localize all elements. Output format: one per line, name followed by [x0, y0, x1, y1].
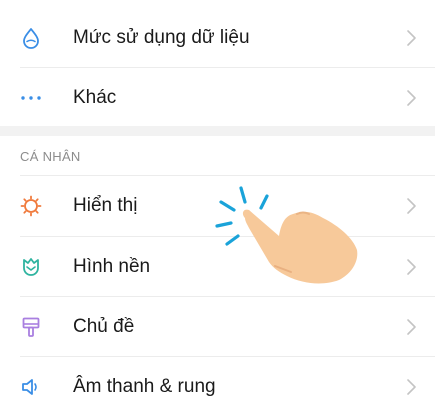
settings-item-other[interactable]: Khác [0, 68, 435, 128]
chevron-right-icon [406, 318, 418, 336]
settings-item-data-usage[interactable]: Mức sử dụng dữ liệu [0, 8, 435, 68]
brightness-icon [20, 195, 42, 217]
settings-item-wallpaper[interactable]: Hình nền [0, 237, 435, 297]
settings-group-network: Mức sử dụng dữ liệu Khác [0, 0, 435, 126]
settings-item-label: Mức sử dụng dữ liệu [73, 27, 250, 48]
settings-item-label: Chủ đề [73, 316, 135, 337]
section-header: CÁ NHÂN [20, 149, 81, 164]
chevron-right-icon [406, 378, 418, 396]
settings-item-label: Âm thanh & rung [73, 376, 216, 397]
water-drop-icon [20, 27, 42, 49]
chevron-right-icon [406, 29, 418, 47]
settings-item-display[interactable]: Hiển thị [0, 176, 435, 236]
settings-item-theme[interactable]: Chủ đề [0, 297, 435, 357]
chevron-right-icon [406, 89, 418, 107]
chevron-right-icon [406, 197, 418, 215]
chevron-right-icon [406, 258, 418, 276]
settings-item-label: Khác [73, 87, 117, 108]
section-separator [0, 126, 435, 136]
settings-item-sound[interactable]: Âm thanh & rung [0, 357, 435, 417]
paint-brush-icon [20, 316, 42, 338]
more-horizontal-icon [20, 87, 42, 109]
wallpaper-tulip-icon [20, 256, 42, 278]
speaker-icon [20, 376, 42, 398]
settings-item-label: Hình nền [73, 256, 151, 277]
settings-item-label: Hiển thị [73, 195, 138, 216]
